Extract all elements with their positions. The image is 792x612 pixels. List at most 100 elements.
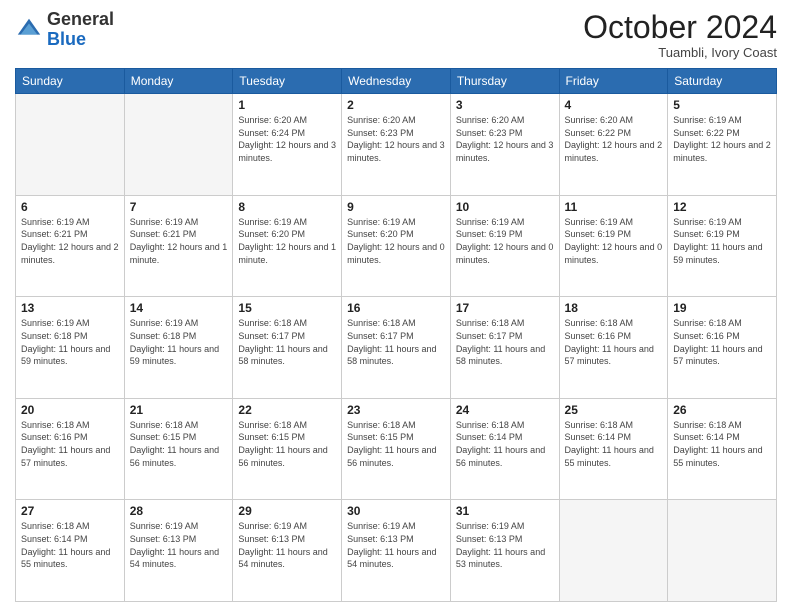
- day-number: 1: [238, 98, 336, 112]
- day-info: Sunrise: 6:20 AM Sunset: 6:24 PM Dayligh…: [238, 114, 336, 164]
- calendar-cell: [668, 500, 777, 602]
- day-number: 14: [130, 301, 228, 315]
- calendar-cell: 27 Sunrise: 6:18 AM Sunset: 6:14 PM Dayli…: [16, 500, 125, 602]
- calendar-cell: 22 Sunrise: 6:18 AM Sunset: 6:15 PM Dayli…: [233, 398, 342, 500]
- day-number: 18: [565, 301, 663, 315]
- calendar-cell: 20Sunrise: 6:18 AM Sunset: 6:16 PM Dayli…: [16, 398, 125, 500]
- calendar-cell: 30Sunrise: 6:19 AM Sunset: 6:13 PM Dayli…: [342, 500, 451, 602]
- day-number: 5: [673, 98, 771, 112]
- day-info: Sunrise: 6:19 AM Sunset: 6:13 PM Dayligh…: [130, 520, 228, 570]
- day-info: Sunrise: 6:19 AM Sunset: 6:13 PM Dayligh…: [238, 520, 336, 570]
- location-subtitle: Tuambli, Ivory Coast: [583, 45, 777, 60]
- calendar-cell: 14Sunrise: 6:19 AM Sunset: 6:18 PM Dayli…: [124, 297, 233, 399]
- day-number: 3: [456, 98, 554, 112]
- day-number: 27: [21, 504, 119, 518]
- day-info: Sunrise: 6:18 AM Sunset: 6:16 PM Dayligh…: [565, 317, 663, 367]
- calendar-cell: 11Sunrise: 6:19 AM Sunset: 6:19 PM Dayli…: [559, 195, 668, 297]
- weekday-header-cell: Monday: [124, 69, 233, 94]
- day-number: 22: [238, 403, 336, 417]
- page: General Blue October 2024 Tuambli, Ivory…: [0, 0, 792, 612]
- weekday-header-cell: Tuesday: [233, 69, 342, 94]
- calendar-cell: 3 Sunrise: 6:20 AM Sunset: 6:23 PM Daylig…: [450, 94, 559, 196]
- week-row: 13Sunrise: 6:19 AM Sunset: 6:18 PM Dayli…: [16, 297, 777, 399]
- logo-icon: [15, 16, 43, 44]
- calendar-cell: 5 Sunrise: 6:19 AM Sunset: 6:22 PM Daylig…: [668, 94, 777, 196]
- day-info: Sunrise: 6:18 AM Sunset: 6:15 PM Dayligh…: [130, 419, 228, 469]
- day-number: 26: [673, 403, 771, 417]
- weekday-header-cell: Thursday: [450, 69, 559, 94]
- title-block: October 2024 Tuambli, Ivory Coast: [583, 10, 777, 60]
- calendar-cell: [559, 500, 668, 602]
- day-number: 31: [456, 504, 554, 518]
- day-number: 9: [347, 200, 445, 214]
- day-number: 24: [456, 403, 554, 417]
- day-number: 4: [565, 98, 663, 112]
- month-title: October 2024: [583, 10, 777, 45]
- calendar-cell: 29 Sunrise: 6:19 AM Sunset: 6:13 PM Dayli…: [233, 500, 342, 602]
- week-row: 6Sunrise: 6:19 AM Sunset: 6:21 PM Daylig…: [16, 195, 777, 297]
- calendar-cell: 23Sunrise: 6:18 AM Sunset: 6:15 PM Dayli…: [342, 398, 451, 500]
- day-number: 25: [565, 403, 663, 417]
- day-info: Sunrise: 6:19 AM Sunset: 6:20 PM Dayligh…: [347, 216, 445, 266]
- day-info: Sunrise: 6:19 AM Sunset: 6:22 PM Dayligh…: [673, 114, 771, 164]
- calendar-cell: [16, 94, 125, 196]
- calendar-cell: [124, 94, 233, 196]
- calendar-cell: 25 Sunrise: 6:18 AM Sunset: 6:14 PM Dayli…: [559, 398, 668, 500]
- day-info: Sunrise: 6:18 AM Sunset: 6:15 PM Dayligh…: [238, 419, 336, 469]
- day-info: Sunrise: 6:18 AM Sunset: 6:14 PM Dayligh…: [565, 419, 663, 469]
- calendar-cell: 9 Sunrise: 6:19 AM Sunset: 6:20 PM Daylig…: [342, 195, 451, 297]
- day-number: 15: [238, 301, 336, 315]
- day-info: Sunrise: 6:19 AM Sunset: 6:20 PM Dayligh…: [238, 216, 336, 266]
- day-number: 12: [673, 200, 771, 214]
- calendar-table: SundayMondayTuesdayWednesdayThursdayFrid…: [15, 68, 777, 602]
- calendar-cell: 4 Sunrise: 6:20 AM Sunset: 6:22 PM Daylig…: [559, 94, 668, 196]
- logo-text: General Blue: [47, 10, 114, 50]
- day-number: 10: [456, 200, 554, 214]
- calendar-cell: 13Sunrise: 6:19 AM Sunset: 6:18 PM Dayli…: [16, 297, 125, 399]
- day-info: Sunrise: 6:20 AM Sunset: 6:23 PM Dayligh…: [456, 114, 554, 164]
- day-info: Sunrise: 6:20 AM Sunset: 6:22 PM Dayligh…: [565, 114, 663, 164]
- day-info: Sunrise: 6:19 AM Sunset: 6:18 PM Dayligh…: [21, 317, 119, 367]
- calendar-cell: 31 Sunrise: 6:19 AM Sunset: 6:13 PM Dayli…: [450, 500, 559, 602]
- day-info: Sunrise: 6:18 AM Sunset: 6:16 PM Dayligh…: [673, 317, 771, 367]
- week-row: 27 Sunrise: 6:18 AM Sunset: 6:14 PM Dayli…: [16, 500, 777, 602]
- day-info: Sunrise: 6:18 AM Sunset: 6:14 PM Dayligh…: [21, 520, 119, 570]
- day-info: Sunrise: 6:19 AM Sunset: 6:19 PM Dayligh…: [456, 216, 554, 266]
- calendar-cell: 6Sunrise: 6:19 AM Sunset: 6:21 PM Daylig…: [16, 195, 125, 297]
- day-info: Sunrise: 6:19 AM Sunset: 6:21 PM Dayligh…: [130, 216, 228, 266]
- weekday-header-cell: Friday: [559, 69, 668, 94]
- calendar-cell: 21Sunrise: 6:18 AM Sunset: 6:15 PM Dayli…: [124, 398, 233, 500]
- week-row: 20Sunrise: 6:18 AM Sunset: 6:16 PM Dayli…: [16, 398, 777, 500]
- day-number: 16: [347, 301, 445, 315]
- day-number: 28: [130, 504, 228, 518]
- calendar-cell: 18 Sunrise: 6:18 AM Sunset: 6:16 PM Dayli…: [559, 297, 668, 399]
- calendar-body: 1 Sunrise: 6:20 AM Sunset: 6:24 PM Daylig…: [16, 94, 777, 602]
- calendar-cell: 26 Sunrise: 6:18 AM Sunset: 6:14 PM Dayli…: [668, 398, 777, 500]
- calendar-cell: 7Sunrise: 6:19 AM Sunset: 6:21 PM Daylig…: [124, 195, 233, 297]
- day-info: Sunrise: 6:19 AM Sunset: 6:19 PM Dayligh…: [565, 216, 663, 266]
- calendar-cell: 2Sunrise: 6:20 AM Sunset: 6:23 PM Daylig…: [342, 94, 451, 196]
- calendar-cell: 19Sunrise: 6:18 AM Sunset: 6:16 PM Dayli…: [668, 297, 777, 399]
- logo: General Blue: [15, 10, 114, 50]
- day-info: Sunrise: 6:18 AM Sunset: 6:14 PM Dayligh…: [673, 419, 771, 469]
- calendar-cell: 10 Sunrise: 6:19 AM Sunset: 6:19 PM Dayli…: [450, 195, 559, 297]
- header: General Blue October 2024 Tuambli, Ivory…: [15, 10, 777, 60]
- calendar-cell: 15 Sunrise: 6:18 AM Sunset: 6:17 PM Dayli…: [233, 297, 342, 399]
- day-number: 2: [347, 98, 445, 112]
- weekday-header-cell: Sunday: [16, 69, 125, 94]
- calendar-cell: 17Sunrise: 6:18 AM Sunset: 6:17 PM Dayli…: [450, 297, 559, 399]
- weekday-header-row: SundayMondayTuesdayWednesdayThursdayFrid…: [16, 69, 777, 94]
- day-number: 20: [21, 403, 119, 417]
- week-row: 1 Sunrise: 6:20 AM Sunset: 6:24 PM Daylig…: [16, 94, 777, 196]
- day-info: Sunrise: 6:19 AM Sunset: 6:21 PM Dayligh…: [21, 216, 119, 266]
- calendar-cell: 28 Sunrise: 6:19 AM Sunset: 6:13 PM Dayli…: [124, 500, 233, 602]
- day-number: 8: [238, 200, 336, 214]
- calendar-cell: 8 Sunrise: 6:19 AM Sunset: 6:20 PM Daylig…: [233, 195, 342, 297]
- day-number: 30: [347, 504, 445, 518]
- day-info: Sunrise: 6:18 AM Sunset: 6:17 PM Dayligh…: [238, 317, 336, 367]
- day-info: Sunrise: 6:18 AM Sunset: 6:15 PM Dayligh…: [347, 419, 445, 469]
- day-info: Sunrise: 6:19 AM Sunset: 6:13 PM Dayligh…: [456, 520, 554, 570]
- day-number: 29: [238, 504, 336, 518]
- day-info: Sunrise: 6:18 AM Sunset: 6:17 PM Dayligh…: [347, 317, 445, 367]
- day-info: Sunrise: 6:18 AM Sunset: 6:14 PM Dayligh…: [456, 419, 554, 469]
